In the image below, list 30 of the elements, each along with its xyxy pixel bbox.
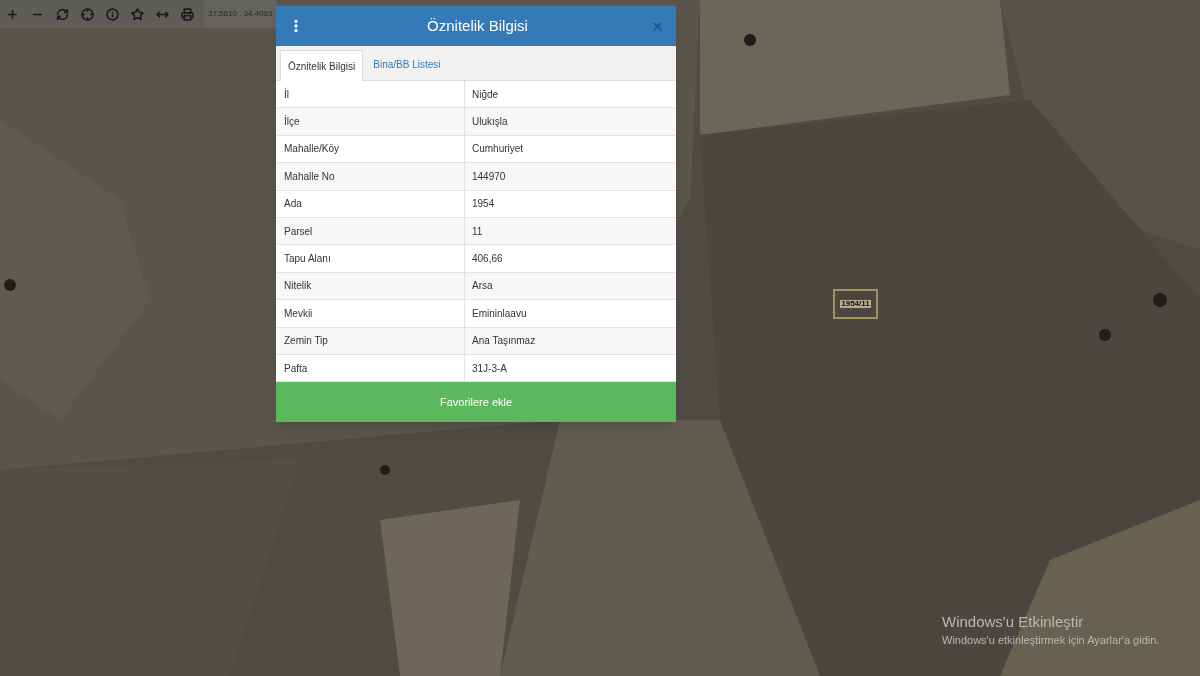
table-cell-text: 1954: [471, 197, 496, 212]
close-icon[interactable]: [651, 19, 664, 33]
dialog-title: Öznitelik Bilgisi: [426, 15, 529, 36]
table-cell: Mevkii: [276, 300, 465, 327]
table-cell-text: 31J-3-A: [471, 361, 508, 376]
table-cell: Tapu Alanı: [276, 245, 465, 272]
table-cell-text: Arsa: [471, 279, 494, 294]
tab[interactable]: Bina/BB Listesi: [363, 49, 451, 80]
table-cell-text: 406,66: [471, 252, 504, 267]
table-cell-text: Ulukışla: [471, 115, 509, 130]
table-cell: Ada: [276, 190, 465, 217]
table-cell: İl: [276, 81, 465, 108]
table-cell: Pafta: [276, 354, 465, 382]
table-cell: Nitelik: [276, 272, 465, 300]
activation-message: Windows'u etkinleştirmek için Ayarlar'a gidin.: [942, 633, 1160, 648]
activation-title: Windows'u Etkinleştir: [942, 613, 1085, 632]
tab[interactable]: Öznitelik Bilgisi: [280, 50, 364, 81]
table-cell-text: Cumhuriyet: [471, 142, 525, 157]
table-cell: Zemin Tip: [276, 327, 465, 354]
table-cell-text: Emininlaavu: [471, 306, 528, 321]
table-cell: Parsel: [276, 217, 465, 245]
table-cell-text: 144970: [471, 169, 507, 184]
table-cell-text: Ana Taşınmaz: [471, 334, 537, 349]
table-cell-text: 11: [471, 224, 484, 239]
add-to-favorites-button[interactable]: Favorilere ekle: [276, 382, 676, 423]
parcel-label: 1954/11: [840, 300, 871, 308]
table-cell: Mahalle No: [276, 163, 465, 190]
table-cell-text: Niğde: [471, 87, 500, 102]
table-cell: Mahalle/Köy: [276, 135, 465, 163]
table-cell: İlçe: [276, 108, 465, 135]
